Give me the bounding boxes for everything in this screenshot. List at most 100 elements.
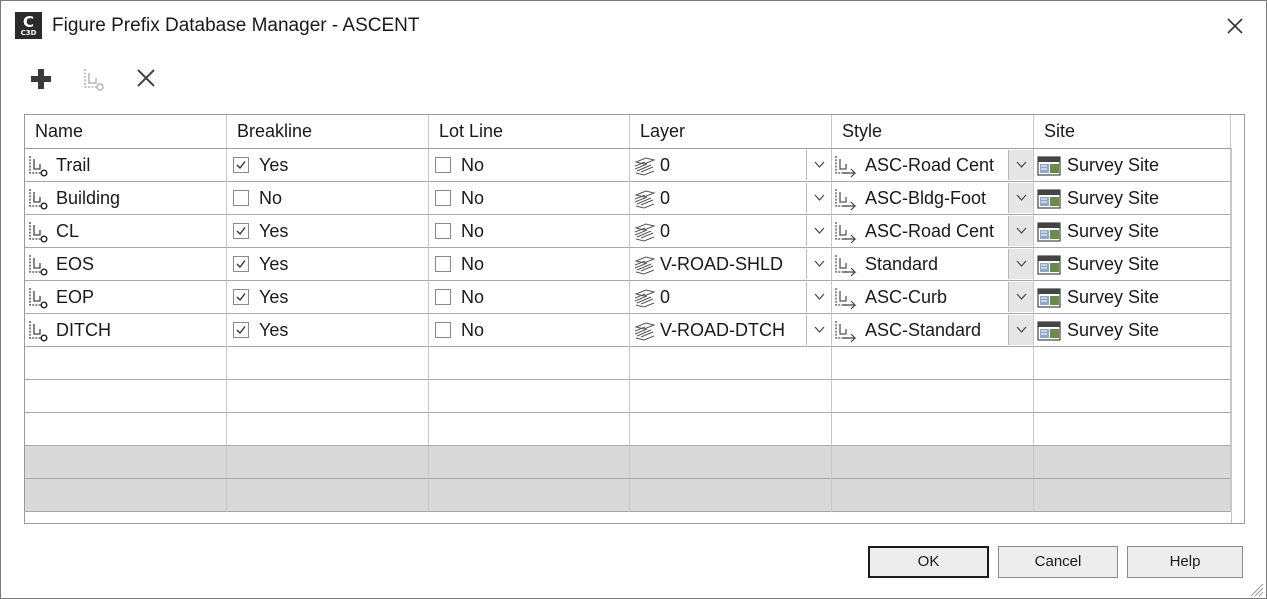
figure-prefix-name: Trail — [56, 155, 91, 175]
cell-breakline[interactable]: Yes — [227, 281, 429, 314]
column-header-site[interactable]: Site — [1034, 115, 1231, 148]
breakline-checkbox[interactable] — [233, 190, 249, 206]
lot-line-checkbox[interactable] — [435, 223, 451, 239]
cell-breakline[interactable]: Yes — [227, 149, 429, 182]
column-header-style[interactable]: Style — [832, 115, 1034, 148]
cell-layer[interactable]: V-ROAD-DTCH — [630, 314, 832, 347]
layer-dropdown-button[interactable] — [806, 216, 831, 246]
cell-name[interactable]: DITCH — [25, 314, 227, 347]
help-button[interactable]: Help — [1127, 546, 1243, 578]
empty-table-row — [25, 446, 1244, 479]
breakline-checkbox[interactable] — [233, 322, 249, 338]
cell-breakline[interactable]: Yes — [227, 215, 429, 248]
cell-breakline[interactable]: No — [227, 182, 429, 215]
cell-name[interactable]: Trail — [25, 149, 227, 182]
cell-layer — [630, 413, 832, 446]
cell-style — [832, 380, 1034, 413]
cell-site[interactable]: Survey Site — [1034, 281, 1231, 314]
cell-layer[interactable]: 0 — [630, 281, 832, 314]
site-value: Survey Site — [1067, 287, 1160, 307]
layer-dropdown-button[interactable] — [806, 282, 831, 312]
cell-style[interactable]: ASC-Standard — [832, 314, 1034, 347]
lot-line-checkbox[interactable] — [435, 322, 451, 338]
cell-breakline[interactable]: Yes — [227, 314, 429, 347]
style-dropdown-button[interactable] — [1008, 315, 1033, 345]
ok-button[interactable]: OK — [868, 546, 989, 578]
style-dropdown-button[interactable] — [1008, 249, 1033, 279]
table-row[interactable]: CL Yes No 0 ASC-Road Cent Survey Site — [25, 215, 1244, 248]
cell-lot-line[interactable]: No — [429, 281, 630, 314]
lot-line-checkbox[interactable] — [435, 157, 451, 173]
table-row[interactable]: Trail Yes No 0 ASC-Road Cent Survey Site — [25, 149, 1244, 182]
check-mark-icon — [236, 260, 246, 269]
breakline-checkbox[interactable] — [233, 289, 249, 305]
resize-grip-icon[interactable] — [1246, 579, 1264, 597]
layer-value: 0 — [660, 287, 671, 307]
cell-lot-line[interactable]: No — [429, 314, 630, 347]
cell-lot-line[interactable]: No — [429, 248, 630, 281]
cell-name[interactable]: CL — [25, 215, 227, 248]
cell-name[interactable]: Building — [25, 182, 227, 215]
column-header-breakline[interactable]: Breakline — [227, 115, 429, 148]
lot-line-checkbox[interactable] — [435, 190, 451, 206]
add-figure-prefix-button[interactable] — [25, 63, 63, 101]
table-row[interactable]: EOS Yes No V-ROAD-SHLD Standard Survey Site — [25, 248, 1244, 281]
layer-dropdown-button[interactable] — [806, 150, 831, 180]
copy-figure-prefix-button[interactable] — [78, 63, 116, 101]
site-value: Survey Site — [1067, 155, 1160, 175]
cell-style[interactable]: ASC-Road Cent — [832, 149, 1034, 182]
cell-name[interactable]: EOP — [25, 281, 227, 314]
lot-line-value: No — [461, 188, 485, 208]
empty-table-row — [25, 380, 1244, 413]
lot-line-value: No — [461, 155, 485, 175]
cell-layer[interactable]: V-ROAD-SHLD — [630, 248, 832, 281]
cell-layer[interactable]: 0 — [630, 215, 832, 248]
cell-name[interactable]: EOS — [25, 248, 227, 281]
cancel-button[interactable]: Cancel — [998, 546, 1118, 578]
cell-site[interactable]: Survey Site — [1034, 182, 1231, 215]
column-header-lot-line[interactable]: Lot Line — [429, 115, 630, 148]
cell-lot-line[interactable]: No — [429, 182, 630, 215]
cell-site[interactable]: Survey Site — [1034, 314, 1231, 347]
cell-layer[interactable]: 0 — [630, 182, 832, 215]
cell-style[interactable]: ASC-Bldg-Foot — [832, 182, 1034, 215]
style-dropdown-button[interactable] — [1008, 216, 1033, 246]
figure-prefix-icon — [29, 156, 48, 177]
breakline-checkbox[interactable] — [233, 223, 249, 239]
cell-lot-line[interactable]: No — [429, 215, 630, 248]
layer-dropdown-button[interactable] — [806, 249, 831, 279]
breakline-checkbox[interactable] — [233, 157, 249, 173]
cell-style[interactable]: ASC-Curb — [832, 281, 1034, 314]
close-button[interactable] — [1219, 11, 1251, 41]
layer-dropdown-button[interactable] — [806, 315, 831, 345]
cell-site[interactable]: Survey Site — [1034, 248, 1231, 281]
cell-breakline[interactable]: Yes — [227, 248, 429, 281]
table-row[interactable]: Building No No 0 ASC-Bldg-Foot Survey Site — [25, 182, 1244, 215]
table-row[interactable]: EOP Yes No 0 ASC-Curb Survey Site — [25, 281, 1244, 314]
delete-figure-prefix-button[interactable] — [129, 63, 167, 101]
cell-site[interactable]: Survey Site — [1034, 215, 1231, 248]
lot-line-value: No — [461, 287, 485, 307]
lot-line-checkbox[interactable] — [435, 289, 451, 305]
style-dropdown-button[interactable] — [1008, 282, 1033, 312]
lot-line-value: No — [461, 254, 485, 274]
style-dropdown-button[interactable] — [1008, 150, 1033, 180]
cell-style[interactable]: Standard — [832, 248, 1034, 281]
cell-style[interactable]: ASC-Road Cent — [832, 215, 1034, 248]
breakline-value: Yes — [259, 221, 289, 241]
cell-breakline — [227, 413, 429, 446]
layer-icon — [634, 322, 656, 341]
cell-site[interactable]: Survey Site — [1034, 149, 1231, 182]
cell-lot-line[interactable]: No — [429, 149, 630, 182]
column-header-layer[interactable]: Layer — [630, 115, 832, 148]
table-row[interactable]: DITCH Yes No V-ROAD-DTCH ASC-Standard Survey … — [25, 314, 1244, 347]
lot-line-checkbox[interactable] — [435, 256, 451, 272]
figure-style-icon — [835, 222, 857, 244]
survey-site-icon — [1037, 189, 1061, 209]
column-header-name[interactable]: Name — [25, 115, 227, 148]
layer-icon — [634, 256, 656, 275]
layer-dropdown-button[interactable] — [806, 183, 831, 213]
breakline-checkbox[interactable] — [233, 256, 249, 272]
cell-layer[interactable]: 0 — [630, 149, 832, 182]
style-dropdown-button[interactable] — [1008, 183, 1033, 213]
